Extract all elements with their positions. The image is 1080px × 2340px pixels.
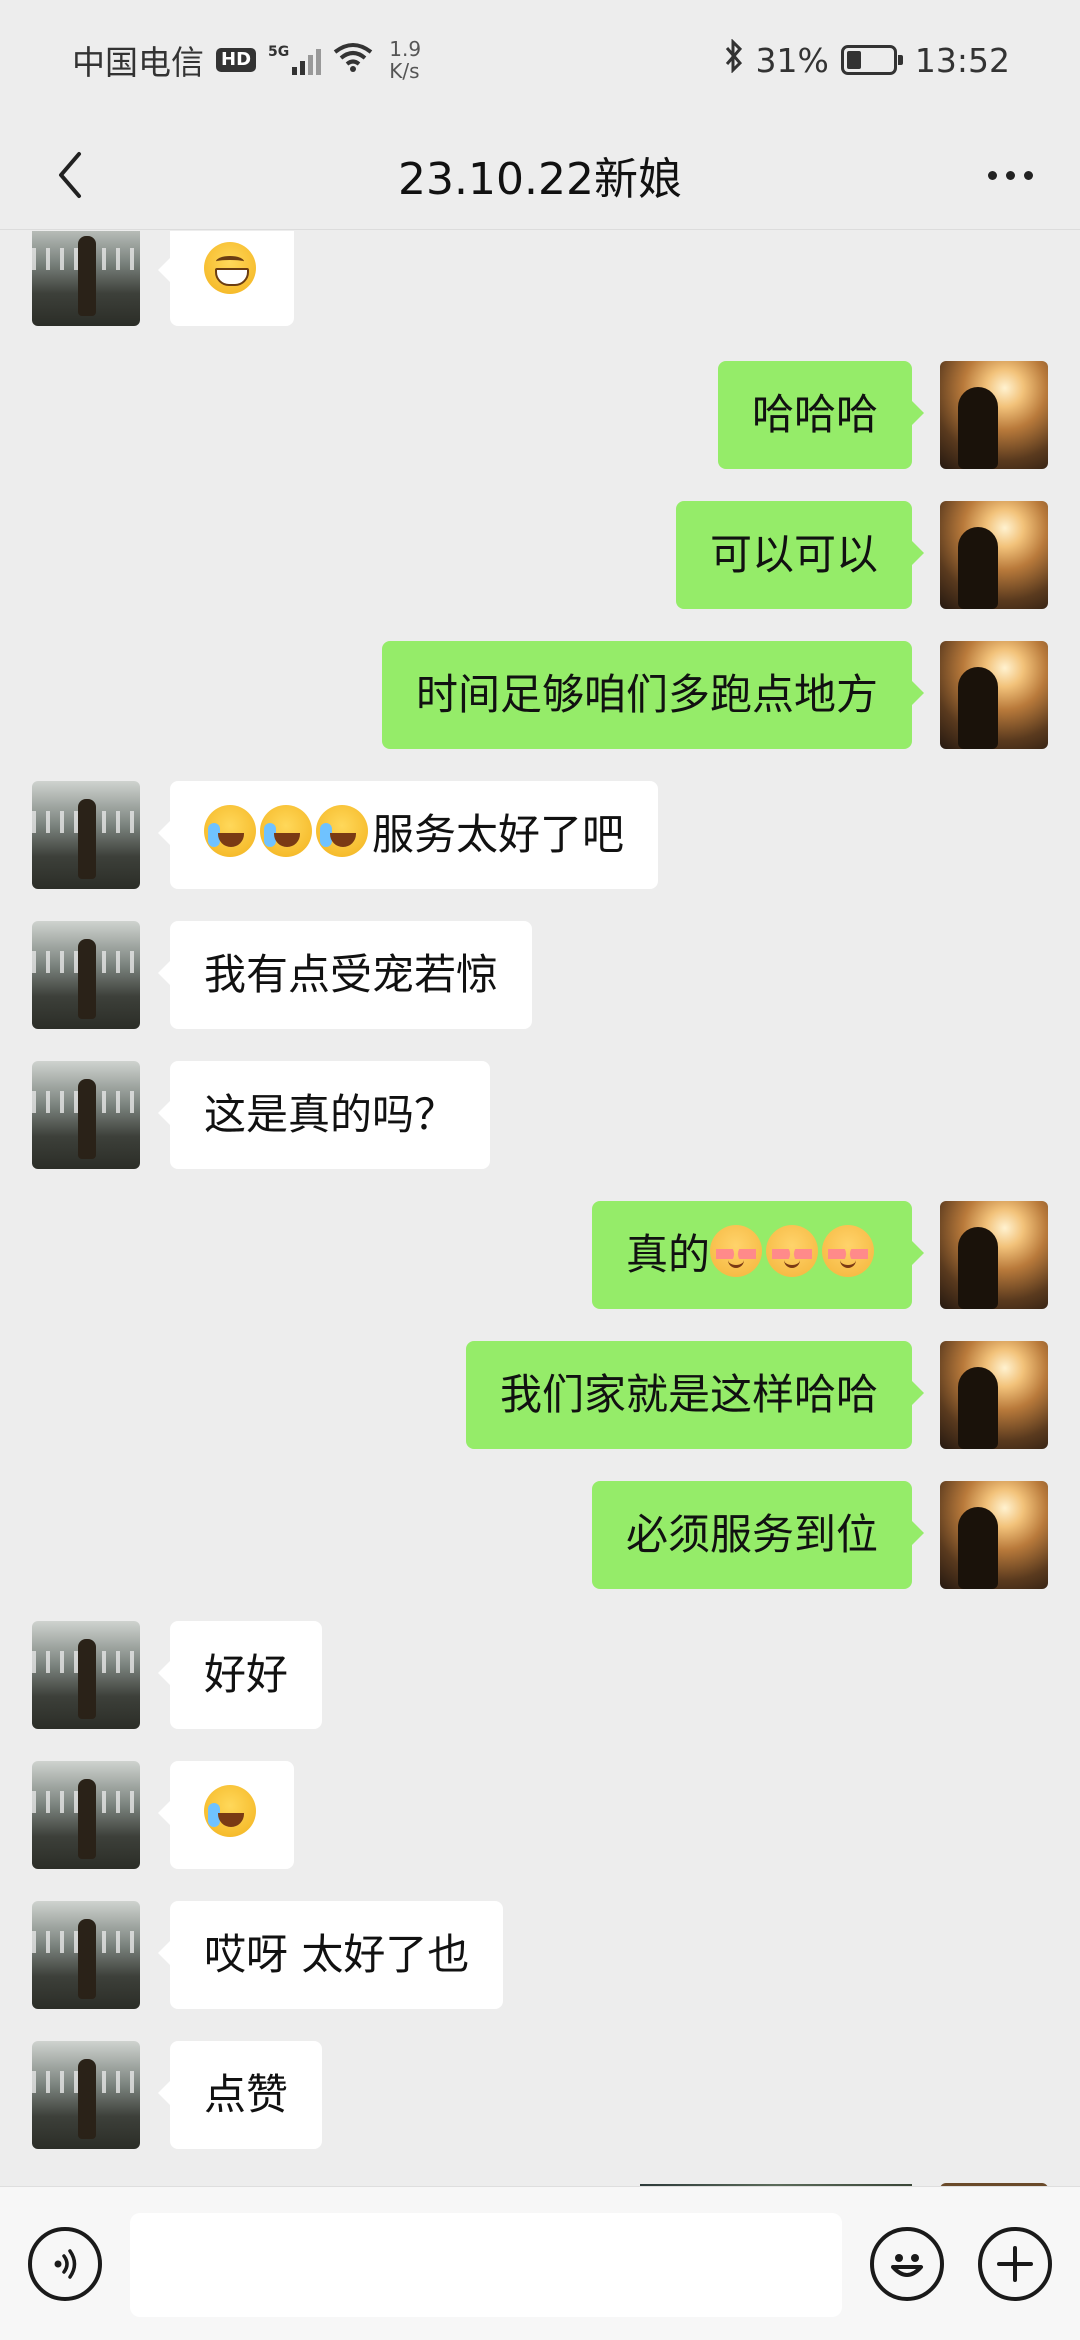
- message-row: [0, 1761, 1080, 1869]
- voice-icon: [54, 2249, 77, 2279]
- message-text: 我有点受宠若惊: [204, 950, 499, 999]
- message-bubble[interactable]: 哈哈哈: [717, 361, 925, 469]
- blush-emoji-icon: [822, 1225, 874, 1277]
- message-bubble[interactable]: 真的: [591, 1201, 925, 1309]
- blush-emoji-icon: [766, 1225, 818, 1277]
- laugh-cry-emoji-icon: [204, 1785, 256, 1837]
- battery-icon: [840, 45, 903, 75]
- clock: 13:52: [914, 40, 1010, 80]
- chat-title: 23.10.22新娘: [398, 153, 682, 205]
- contact-avatar[interactable]: [32, 1761, 140, 1869]
- message-row: 时间足够咱们多跑点地方: [0, 641, 1080, 749]
- message-text: 哎呀 太好了也: [204, 1930, 470, 1979]
- contact-avatar[interactable]: [32, 231, 140, 326]
- message-row: [0, 231, 1080, 328]
- bluetooth-icon: [724, 38, 744, 81]
- network-type: 5G: [268, 44, 290, 60]
- laugh-cry-emoji-icon: [204, 805, 256, 857]
- wifi-icon: [333, 41, 373, 80]
- message-bubble[interactable]: 我们家就是这样哈哈: [465, 1341, 925, 1449]
- plus-icon: [997, 2246, 1033, 2282]
- message-list[interactable]: 哈哈哈 可以可以 时间足够咱们多跑点地方 服务太好了吧 我有点受宠若惊 这是真的…: [0, 231, 1080, 2185]
- more-button[interactable]: [970, 145, 1050, 205]
- message-bubble[interactable]: 哎呀 太好了也: [157, 1901, 504, 2009]
- message-bubble[interactable]: 服务太好了吧: [157, 781, 659, 889]
- message-bubble[interactable]: 我有点受宠若惊: [157, 921, 533, 1029]
- more-dots-icon: [987, 170, 997, 180]
- message-text: 可以可以: [709, 530, 878, 579]
- chevron-left-icon: [59, 152, 81, 198]
- message-row: 点赞: [0, 2041, 1080, 2149]
- grin-emoji-icon: [204, 242, 256, 294]
- message-bubble[interactable]: 这是真的吗？: [157, 1061, 491, 1169]
- message-text: 我们家就是这样哈哈: [499, 1370, 878, 1419]
- chat-header: 23.10.22新娘: [0, 120, 1080, 230]
- voice-button[interactable]: [28, 2227, 102, 2301]
- net-speed-unit: K/s: [389, 59, 420, 83]
- laugh-cry-emoji-icon: [316, 805, 368, 857]
- message-row: 哈哈哈: [0, 361, 1080, 469]
- message-input[interactable]: [130, 2213, 842, 2317]
- carrier-name: 中国电信: [72, 43, 204, 82]
- contact-avatar[interactable]: [32, 2041, 140, 2149]
- message-row: 好好: [0, 1621, 1080, 1729]
- message-text: 时间足够咱们多跑点地方: [415, 670, 878, 719]
- message-bubble[interactable]: 点赞: [157, 2041, 323, 2149]
- contact-avatar[interactable]: [32, 781, 140, 889]
- self-avatar[interactable]: [940, 641, 1048, 749]
- self-avatar[interactable]: [940, 501, 1048, 609]
- status-left: 中国电信 HD 5G 1.9 K/s: [72, 36, 421, 84]
- laugh-cry-emoji-icon: [260, 805, 312, 857]
- message-row: 服务太好了吧: [0, 781, 1080, 889]
- contact-avatar[interactable]: [32, 1061, 140, 1169]
- message-bubble[interactable]: [158, 1761, 294, 1869]
- self-avatar[interactable]: [940, 1481, 1048, 1589]
- message-row: 真的: [0, 1201, 1080, 1309]
- contact-avatar[interactable]: [32, 1621, 140, 1729]
- message-bubble[interactable]: 可以可以: [675, 501, 925, 609]
- hd-badge: HD: [216, 48, 257, 72]
- message-row: 必须服务到位: [0, 1481, 1080, 1589]
- network-speed: 1.9 K/s: [389, 38, 421, 82]
- message-row: 我有点受宠若惊: [0, 921, 1080, 1029]
- battery-level: [846, 51, 861, 69]
- message-row: 我们家就是这样哈哈: [0, 1341, 1080, 1449]
- more-actions-button[interactable]: [978, 2227, 1052, 2301]
- message-text: 这是真的吗？: [204, 1090, 457, 1139]
- status-bar: 中国电信 HD 5G 1.9 K/s 31% 13:52: [0, 0, 1080, 120]
- message-bubble[interactable]: 时间足够咱们多跑点地方: [381, 641, 925, 749]
- message-text: 真的: [625, 1230, 710, 1279]
- message-row: 哎呀 太好了也: [0, 1901, 1080, 2009]
- back-button[interactable]: [40, 145, 100, 205]
- net-speed-value: 1.9: [389, 37, 422, 61]
- message-text: 好好: [204, 1650, 289, 1699]
- message-bubble[interactable]: [158, 231, 294, 326]
- message-text: 哈哈哈: [751, 390, 878, 439]
- self-avatar[interactable]: [940, 1341, 1048, 1449]
- self-avatar[interactable]: [940, 361, 1048, 469]
- message-bubble[interactable]: 好好: [157, 1621, 323, 1729]
- contact-avatar[interactable]: [32, 1901, 140, 2009]
- message-text: 点赞: [204, 2070, 289, 2119]
- message-row: 可以可以: [0, 501, 1080, 609]
- signal-icon: 5G: [268, 44, 322, 75]
- contact-avatar[interactable]: [32, 921, 140, 1029]
- blush-emoji-icon: [710, 1225, 762, 1277]
- message-text: 服务太好了吧: [372, 810, 625, 859]
- self-avatar[interactable]: [940, 1201, 1048, 1309]
- emoji-button[interactable]: [870, 2227, 944, 2301]
- emoji-icon: [891, 2254, 923, 2277]
- message-row: 这是真的吗？: [0, 1061, 1080, 1169]
- status-right: 31% 13:52: [724, 38, 1010, 81]
- input-bar: [0, 2186, 1080, 2340]
- message-text: 必须服务到位: [625, 1510, 878, 1559]
- message-bubble[interactable]: 必须服务到位: [591, 1481, 925, 1589]
- battery-percent: 31%: [755, 40, 829, 80]
